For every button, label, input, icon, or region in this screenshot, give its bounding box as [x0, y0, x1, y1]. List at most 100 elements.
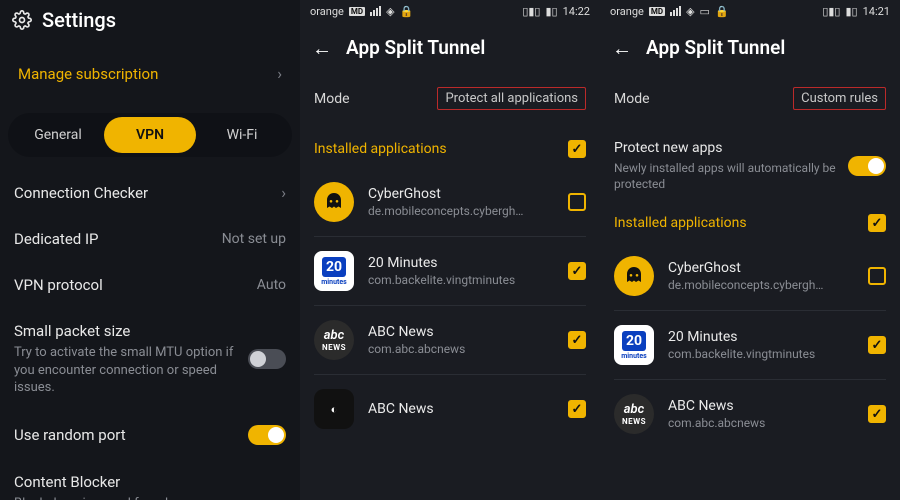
random-port-toggle[interactable] [248, 425, 286, 445]
signal-icon [670, 6, 681, 16]
battery-icon: ▮▯ [845, 5, 857, 18]
settings-header: Settings [0, 0, 300, 44]
small-packet-label: Small packet size [14, 322, 240, 340]
content-blocker-label: Content Blocker [14, 473, 278, 491]
mode-row[interactable]: Mode Protect all applications [300, 77, 600, 128]
status-bar: orange MD ◈ 🔒 ▯▮▯ ▮▯ 14:22 [300, 0, 600, 22]
connection-checker-row[interactable]: Connection Checker › [0, 169, 300, 216]
wifi-icon: ◈ [386, 5, 394, 18]
installed-section-header: Installed applications [600, 202, 900, 242]
app-icon-20minutes: 20minutes [314, 251, 354, 291]
manage-subscription-label: Manage subscription [18, 65, 158, 83]
protect-new-apps-label: Protect new apps [614, 140, 838, 156]
small-packet-desc: Try to activate the small MTU option if … [14, 344, 240, 397]
app-checkbox[interactable] [568, 262, 586, 280]
mode-label: Mode [614, 91, 650, 107]
dedicated-ip-row[interactable]: Dedicated IP Not set up [0, 216, 300, 262]
page-header: ← App Split Tunnel [600, 22, 900, 77]
carrier-label: orange [310, 5, 344, 18]
app-name: ABC News [368, 324, 554, 340]
settings-pane: Settings Manage subscription › General V… [0, 0, 300, 500]
mode-label: Mode [314, 91, 350, 107]
app-checkbox[interactable] [868, 267, 886, 285]
app-row-abcnews[interactable]: abcNEWS ABC News com.abc.abcnews [300, 306, 600, 374]
split-tunnel-custom-pane: orange MD ◈ ▭ 🔒 ▯▮▯ ▮▯ 14:21 ← App Split… [600, 0, 900, 500]
mode-row[interactable]: Mode Custom rules [600, 77, 900, 128]
installed-label: Installed applications [614, 215, 747, 231]
lock-icon: 🔒 [400, 5, 414, 18]
app-icon-cyberghost [314, 182, 354, 222]
app-icon-abcnews: abcNEWS [614, 394, 654, 434]
app-name: CyberGhost [368, 186, 554, 202]
app-row-20minutes[interactable]: 20minutes 20 Minutes com.backelite.vingt… [300, 237, 600, 305]
app-icon-20minutes: 20minutes [614, 325, 654, 365]
carrier-label: orange [610, 5, 644, 18]
dedicated-ip-label: Dedicated IP [14, 230, 99, 248]
page-title: App Split Tunnel [346, 36, 485, 59]
status-bar: orange MD ◈ ▭ 🔒 ▯▮▯ ▮▯ 14:21 [600, 0, 900, 22]
wifi-icon: ◈ [686, 5, 694, 18]
settings-list: Connection Checker › Dedicated IP Not se… [0, 169, 300, 500]
signal-icon [370, 6, 381, 16]
app-row-abcnews-2[interactable]: ◐ ABC News [300, 375, 600, 443]
small-packet-toggle[interactable] [248, 349, 286, 369]
small-packet-row: Small packet size Try to activate the sm… [0, 308, 300, 411]
app-icon-abcnews-2: ◐ [314, 389, 354, 429]
protect-new-apps-desc: Newly installed apps will automatically … [614, 160, 838, 192]
tab-general[interactable]: General [12, 117, 104, 153]
status-time: 14:21 [863, 5, 890, 18]
connection-checker-label: Connection Checker [14, 184, 148, 202]
app-name: ABC News [368, 401, 554, 417]
app-row-abcnews[interactable]: abcNEWS ABC News com.abc.abcnews [600, 380, 900, 448]
app-checkbox[interactable] [568, 193, 586, 211]
dedicated-ip-value: Not set up [222, 231, 286, 247]
app-package: de.mobileconcepts.cybergh… [368, 204, 554, 218]
app-checkbox[interactable] [568, 400, 586, 418]
tab-vpn[interactable]: VPN [104, 117, 196, 153]
page-header: ← App Split Tunnel [300, 22, 600, 77]
tab-wifi[interactable]: Wi-Fi [196, 117, 288, 153]
app-name: 20 Minutes [368, 255, 554, 271]
content-blocker-row: Content Blocker Block domains used for a… [0, 459, 300, 500]
app-icon-cyberghost [614, 256, 654, 296]
protect-new-apps-toggle[interactable] [848, 156, 886, 176]
app-icon-abcnews: abcNEWS [314, 320, 354, 360]
mode-value: Protect all applications [437, 87, 586, 110]
manage-subscription-row[interactable]: Manage subscription › [8, 50, 292, 97]
app-row-cyberghost[interactable]: CyberGhost de.mobileconcepts.cybergh… [300, 168, 600, 236]
split-tunnel-protect-all-pane: orange MD ◈ 🔒 ▯▮▯ ▮▯ 14:22 ← App Split T… [300, 0, 600, 500]
back-button[interactable]: ← [312, 38, 332, 58]
content-blocker-desc: Block domains used for ads, [14, 495, 278, 500]
installed-section-header: Installed applications [300, 128, 600, 168]
back-button[interactable]: ← [612, 38, 632, 58]
app-checkbox[interactable] [868, 336, 886, 354]
settings-title: Settings [42, 8, 116, 32]
app-row-cyberghost[interactable]: CyberGhost de.mobileconcepts.cybergh… [600, 242, 900, 310]
installed-label: Installed applications [314, 141, 447, 157]
app-checkbox[interactable] [568, 331, 586, 349]
gear-icon [12, 10, 32, 30]
battery-icon: ▮▯ [545, 5, 557, 18]
vibrate-icon: ▯▮▯ [522, 5, 540, 18]
page-title: App Split Tunnel [646, 36, 785, 59]
chevron-right-icon: › [281, 183, 286, 202]
carrier-badge: MD [649, 7, 665, 16]
random-port-row: Use random port [0, 411, 300, 459]
app-name: 20 Minutes [668, 329, 854, 345]
app-name: CyberGhost [668, 260, 854, 276]
app-package: com.backelite.vingtminutes [368, 273, 554, 287]
app-package: com.abc.abcnews [368, 342, 554, 356]
select-all-checkbox[interactable] [568, 140, 586, 158]
app-checkbox[interactable] [868, 405, 886, 423]
status-time: 14:22 [563, 5, 590, 18]
chevron-right-icon: › [277, 64, 282, 83]
carrier-badge: MD [349, 7, 365, 16]
protect-new-apps-row: Protect new apps Newly installed apps wi… [600, 128, 900, 202]
app-row-20minutes[interactable]: 20minutes 20 Minutes com.backelite.vingt… [600, 311, 900, 379]
vpn-protocol-row[interactable]: VPN protocol Auto [0, 262, 300, 308]
vpn-protocol-label: VPN protocol [14, 276, 103, 294]
app-package: com.backelite.vingtminutes [668, 347, 854, 361]
select-all-checkbox[interactable] [868, 214, 886, 232]
app-package: de.mobileconcepts.cybergh… [668, 278, 854, 292]
laptop-icon: ▭ [700, 5, 710, 18]
